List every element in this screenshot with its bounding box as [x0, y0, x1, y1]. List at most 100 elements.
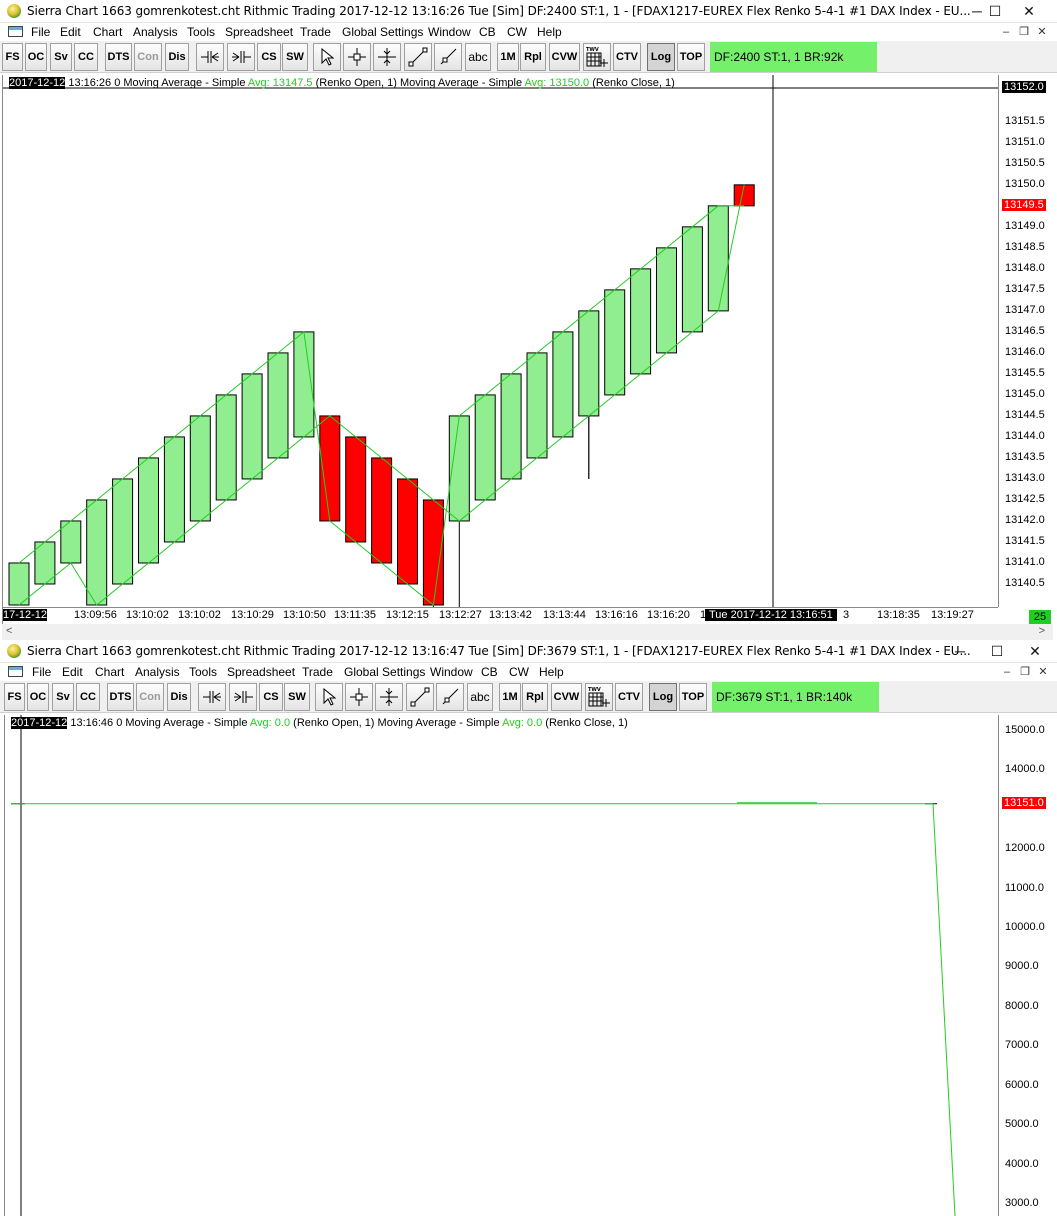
time-axis[interactable]: 17-12-12 13:09:56 13:10:02 13:10:02 13:10:29… — [3, 607, 998, 623]
sw-button[interactable]: SW — [284, 683, 310, 711]
menu-trade[interactable]: Trade — [302, 665, 333, 679]
cc-button[interactable]: CC — [74, 43, 98, 71]
menu-global-settings[interactable]: Global Settings — [344, 665, 425, 679]
cursor-cross-icon[interactable] — [375, 683, 403, 711]
renko-brick — [345, 436, 367, 543]
mdi-restore-button[interactable]: ❐ — [1018, 666, 1032, 679]
mdi-close-button[interactable]: ✕ — [1036, 666, 1050, 679]
price-axis[interactable]: 15000.0 14000.0 12000.0 11000.0 10000.0 9000.… — [998, 715, 1054, 1216]
dts-button[interactable]: DTS — [107, 683, 134, 711]
1m-button[interactable]: 1M — [497, 43, 519, 71]
cvw-button[interactable]: CVW — [551, 683, 582, 711]
menu-file[interactable]: File — [31, 25, 50, 39]
close-button[interactable]: ✕ — [1012, 0, 1046, 23]
text-tool-button[interactable]: abc — [467, 683, 493, 711]
menu-cw[interactable]: CW — [509, 665, 529, 679]
sv-button[interactable]: Sv — [50, 43, 72, 71]
con-button[interactable]: Con — [134, 43, 162, 71]
mdi-restore-button[interactable]: ❐ — [1017, 26, 1031, 39]
1m-button[interactable]: 1M — [499, 683, 521, 711]
menu-help[interactable]: Help — [539, 665, 564, 679]
price-axis[interactable]: 13151.5 13151.0 13150.5 13150.0 13149.0 13148… — [998, 75, 1054, 607]
mdi-close-button[interactable]: ✕ — [1035, 26, 1049, 39]
pointer-icon[interactable] — [313, 43, 341, 71]
scroll-right-arrow-icon[interactable]: > — [1039, 625, 1045, 637]
menu-cb[interactable]: CB — [479, 25, 496, 39]
menu-trade[interactable]: Trade — [300, 25, 331, 39]
menu-cw[interactable]: CW — [507, 25, 527, 39]
table-tool-icon[interactable]: TWV — [583, 43, 611, 71]
menu-tools[interactable]: Tools — [189, 665, 217, 679]
menu-analysis[interactable]: Analysis — [135, 665, 180, 679]
dts-button[interactable]: DTS — [105, 43, 132, 71]
oc-button[interactable]: OC — [27, 683, 49, 711]
menu-tools[interactable]: Tools — [187, 25, 215, 39]
menu-chart[interactable]: Chart — [95, 665, 124, 679]
menu-spreadsheet[interactable]: Spreadsheet — [227, 665, 295, 679]
renko-plot[interactable] — [3, 75, 998, 607]
svg-text:TWV: TWV — [588, 687, 601, 693]
rpl-button[interactable]: Rpl — [522, 683, 548, 711]
menu-file[interactable]: File — [32, 665, 51, 679]
menu-cb[interactable]: CB — [481, 665, 498, 679]
log-button[interactable]: Log — [649, 683, 677, 711]
document-icon[interactable] — [8, 26, 23, 37]
sv-button[interactable]: Sv — [52, 683, 74, 711]
cursor-cross-icon[interactable] — [373, 43, 401, 71]
mdi-minimize-button[interactable]: – — [999, 26, 1013, 39]
crosshair-icon[interactable] — [345, 683, 373, 711]
oc-button[interactable]: OC — [25, 43, 47, 71]
line-tool-icon[interactable] — [404, 43, 432, 71]
dis-button[interactable]: Dis — [165, 43, 189, 71]
menu-chart[interactable]: Chart — [93, 25, 122, 39]
menu-window[interactable]: Window — [428, 25, 471, 39]
price-tick-label: 9000.0 — [1005, 960, 1039, 973]
maximize-button[interactable]: ☐ — [978, 0, 1012, 23]
fs-button[interactable]: FS — [4, 683, 25, 711]
ctv-button[interactable]: CTV — [613, 43, 641, 71]
ray-tool-icon[interactable] — [436, 683, 464, 711]
menu-edit[interactable]: Edit — [62, 665, 83, 679]
scroll-left-icon[interactable] — [198, 683, 226, 711]
menu-analysis[interactable]: Analysis — [133, 25, 178, 39]
scroll-right-icon[interactable] — [229, 683, 257, 711]
sw-button[interactable]: SW — [282, 43, 308, 71]
maximize-button[interactable]: ☐ — [980, 640, 1014, 663]
top-button[interactable]: TOP — [677, 43, 705, 71]
text-tool-button[interactable]: abc — [465, 43, 491, 71]
menu-edit[interactable]: Edit — [60, 25, 81, 39]
line-tool-icon[interactable] — [406, 683, 434, 711]
top-button[interactable]: TOP — [679, 683, 707, 711]
menu-window[interactable]: Window — [430, 665, 473, 679]
cs-button[interactable]: CS — [259, 683, 283, 711]
log-button[interactable]: Log — [647, 43, 675, 71]
chart-area[interactable]: 2017-12-12 13:16:46 0 Moving Average - S… — [4, 715, 1055, 1216]
table-tool-icon[interactable]: TWV — [585, 683, 613, 711]
scroll-right-icon[interactable] — [227, 43, 255, 71]
rpl-button[interactable]: Rpl — [520, 43, 546, 71]
cs-button[interactable]: CS — [257, 43, 281, 71]
price-tick-label: 13143.5 — [1005, 450, 1045, 463]
menu-help[interactable]: Help — [537, 25, 562, 39]
ray-tool-icon[interactable] — [434, 43, 462, 71]
scroll-left-icon[interactable] — [196, 43, 224, 71]
menu-global-settings[interactable]: Global Settings — [342, 25, 423, 39]
mdi-minimize-button[interactable]: – — [1000, 666, 1014, 679]
ctv-button[interactable]: CTV — [615, 683, 643, 711]
menu-spreadsheet[interactable]: Spreadsheet — [225, 25, 293, 39]
cc-button[interactable]: CC — [76, 683, 100, 711]
close-button[interactable]: ✕ — [1018, 640, 1052, 663]
minimize-button[interactable]: ─ — [943, 640, 977, 663]
price-tick-label: 13146.0 — [1005, 345, 1045, 358]
document-icon[interactable] — [8, 666, 23, 677]
ma-plot[interactable] — [5, 715, 1000, 1216]
chart-area[interactable]: 2017-12-12 13:16:26 0 Moving Average - S… — [2, 75, 1053, 624]
scroll-left-arrow-icon[interactable]: < — [6, 625, 12, 637]
dis-button[interactable]: Dis — [167, 683, 191, 711]
cvw-button[interactable]: CVW — [549, 43, 580, 71]
pointer-icon[interactable] — [315, 683, 343, 711]
con-button[interactable]: Con — [136, 683, 164, 711]
horizontal-scrollbar[interactable]: < > — [2, 624, 1053, 640]
crosshair-icon[interactable] — [343, 43, 371, 71]
fs-button[interactable]: FS — [2, 43, 23, 71]
